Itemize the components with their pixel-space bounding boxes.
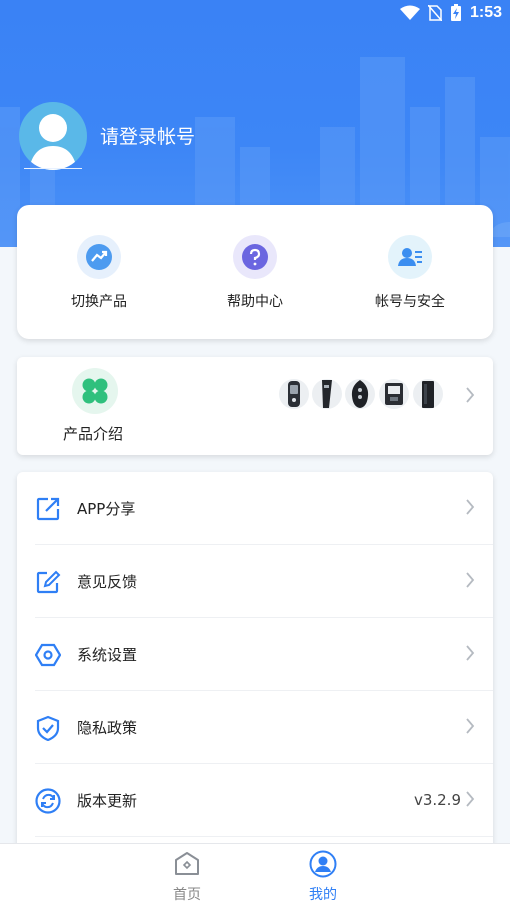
product-intro-label: 产品介绍 — [63, 425, 124, 443]
wifi-icon — [399, 5, 420, 20]
clover-icon — [72, 368, 118, 414]
tab-profile[interactable]: 我的 — [293, 850, 353, 904]
menu-label-version-update: 版本更新 — [77, 792, 138, 810]
login-prompt[interactable]: 请登录帐号 — [100, 122, 195, 149]
chevron-right-icon — [466, 499, 475, 515]
avatar[interactable] — [19, 102, 87, 170]
update-icon — [35, 788, 61, 814]
car-key-fob-icon — [279, 379, 309, 409]
menu-label-system-settings: 系统设置 — [77, 646, 138, 664]
quick-item-account-security[interactable]: 帐号与安全 — [340, 235, 480, 311]
battery-charging-icon — [450, 4, 461, 21]
menu-value-version-update: v3.2.9 — [413, 791, 461, 809]
menu-label-app-share: APP分享 — [77, 500, 136, 518]
menu-item-system-settings[interactable]: 系统设置 — [17, 618, 493, 691]
quick-label-account-security: 帐号与安全 — [375, 294, 445, 310]
product-intro-card[interactable]: 产品介绍 — [17, 357, 493, 455]
menu-label-feedback: 意见反馈 — [77, 573, 138, 591]
profile-icon — [309, 850, 337, 878]
menu-item-version-update[interactable]: 版本更新 v3.2.9 — [17, 764, 493, 837]
menu-item-feedback[interactable]: 意见反馈 — [17, 545, 493, 618]
bottom-tab-bar: 首页 我的 — [0, 843, 510, 907]
tab-label-home: 首页 — [173, 887, 201, 903]
chevron-right-icon — [466, 718, 475, 734]
tab-home[interactable]: 首页 — [157, 850, 217, 904]
quick-label-switch-product: 切换产品 — [71, 294, 127, 310]
quick-label-help-center: 帮助中心 — [227, 294, 283, 310]
tab-label-profile: 我的 — [309, 887, 337, 903]
switch-product-icon — [77, 235, 121, 279]
menu-item-privacy-policy[interactable]: 隐私政策 — [17, 691, 493, 764]
privacy-shield-icon — [36, 715, 60, 741]
menu-item-app-share[interactable]: APP分享 — [17, 472, 493, 545]
product-thumbnails — [279, 377, 445, 411]
feedback-icon — [36, 570, 61, 594]
car-key-fob-icon — [413, 379, 443, 409]
account-security-icon — [388, 235, 432, 279]
help-icon — [233, 235, 277, 279]
status-time: 1:53 — [469, 4, 502, 21]
car-key-fob-icon — [345, 379, 375, 409]
chevron-right-icon — [466, 791, 475, 807]
avatar-underline — [24, 168, 82, 169]
no-sim-icon — [427, 5, 442, 21]
chevron-right-icon — [466, 572, 475, 588]
home-icon — [175, 852, 199, 875]
settings-icon — [35, 643, 61, 667]
car-key-fob-icon — [379, 379, 409, 409]
settings-menu-card: APP分享 意见反馈 系统设置 隐私政策 版本更新 v3.2.9 — [17, 472, 493, 852]
quick-actions-card: 切换产品 帮助中心 帐号与安全 — [17, 205, 493, 339]
chevron-right-icon — [466, 645, 475, 661]
quick-item-switch-product[interactable]: 切换产品 — [29, 235, 169, 311]
chevron-right-icon — [466, 387, 475, 403]
status-bar: 1:53 — [0, 0, 510, 30]
quick-item-help-center[interactable]: 帮助中心 — [185, 235, 325, 311]
share-icon — [36, 497, 60, 521]
car-key-fob-icon — [312, 379, 342, 409]
user-silhouette-icon — [29, 114, 77, 170]
menu-label-privacy-policy: 隐私政策 — [77, 719, 138, 737]
divider — [35, 836, 493, 837]
